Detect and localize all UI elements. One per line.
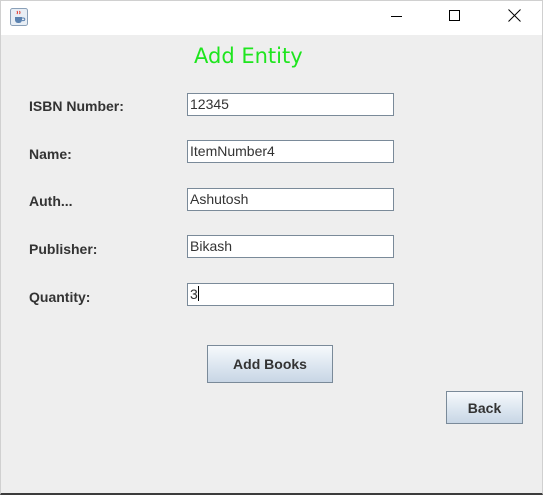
isbn-field[interactable]: 12345 — [187, 93, 394, 116]
title-bar[interactable] — [1, 1, 542, 35]
add-books-button[interactable]: Add Books — [207, 345, 333, 383]
page-title: Add Entity — [194, 44, 303, 68]
minimize-button[interactable] — [374, 1, 420, 35]
maximize-button[interactable] — [432, 1, 478, 35]
publisher-field[interactable]: Bikash — [187, 235, 394, 258]
close-button[interactable] — [491, 1, 537, 35]
quantity-field[interactable]: 3 — [187, 283, 394, 306]
minimize-icon — [391, 9, 403, 27]
author-label: Auth... — [29, 193, 73, 209]
back-button[interactable]: Back — [446, 391, 523, 424]
close-icon — [507, 9, 521, 27]
name-field[interactable]: ItemNumber4 — [187, 140, 394, 163]
quantity-value: 3 — [190, 286, 198, 302]
publisher-label: Publisher: — [29, 241, 98, 257]
form-panel: Add Entity ISBN Number: 12345 Name: Item… — [1, 35, 542, 493]
name-label: Name: — [29, 146, 72, 162]
maximize-icon — [449, 9, 461, 27]
author-field[interactable]: Ashutosh — [187, 188, 394, 211]
java-coffee-cup-icon — [10, 8, 28, 26]
app-window: Add Entity ISBN Number: 12345 Name: Item… — [0, 0, 543, 495]
isbn-label: ISBN Number: — [29, 98, 124, 114]
text-caret — [197, 286, 199, 301]
quantity-label: Quantity: — [29, 289, 91, 305]
